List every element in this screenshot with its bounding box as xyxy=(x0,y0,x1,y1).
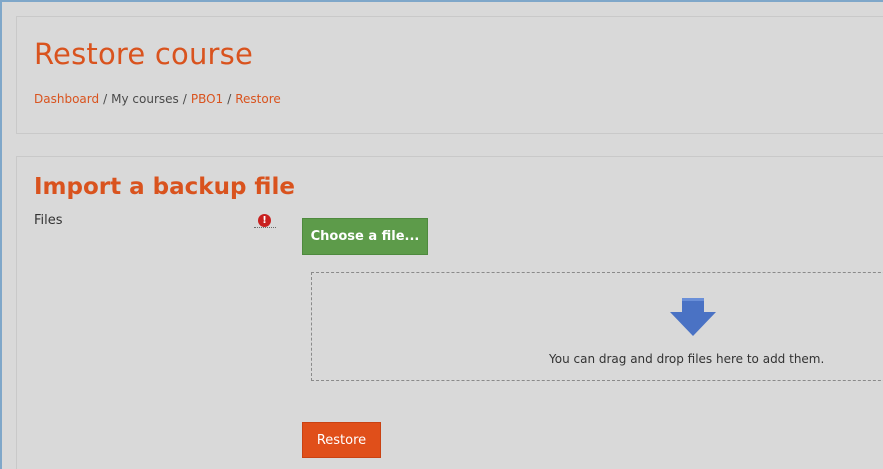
page-frame: Restore course Dashboard / My courses / PBO1… xyxy=(0,0,883,469)
breadcrumb-pbo1[interactable]: PBO1 xyxy=(191,92,223,106)
breadcrumb-separator: / xyxy=(182,92,187,106)
page-title: Restore course xyxy=(34,37,253,71)
file-dropzone[interactable]: You can drag and drop files here to add … xyxy=(311,272,883,381)
dropzone-text: You can drag and drop files here to add … xyxy=(549,352,825,366)
breadcrumb: Dashboard / My courses / PBO1/Restore xyxy=(34,92,281,106)
breadcrumb-separator: / xyxy=(103,92,108,106)
page-header: Restore course Dashboard / My courses / PBO1… xyxy=(16,16,883,134)
files-label: Files xyxy=(34,213,63,228)
down-arrow-icon xyxy=(670,298,716,336)
import-backup-section: Import a backup file Files ! Choose a fi… xyxy=(16,156,883,469)
required-indicator-underline xyxy=(254,227,276,228)
breadcrumb-restore[interactable]: Restore xyxy=(235,92,281,106)
restore-button[interactable]: Restore xyxy=(302,422,381,458)
required-icon: ! xyxy=(258,214,271,227)
section-title: Import a backup file xyxy=(34,174,295,200)
breadcrumb-separator: / xyxy=(227,92,232,106)
breadcrumb-dashboard[interactable]: Dashboard xyxy=(34,92,99,106)
breadcrumb-my-courses: My courses xyxy=(111,92,179,106)
choose-file-button[interactable]: Choose a file... xyxy=(302,218,428,255)
